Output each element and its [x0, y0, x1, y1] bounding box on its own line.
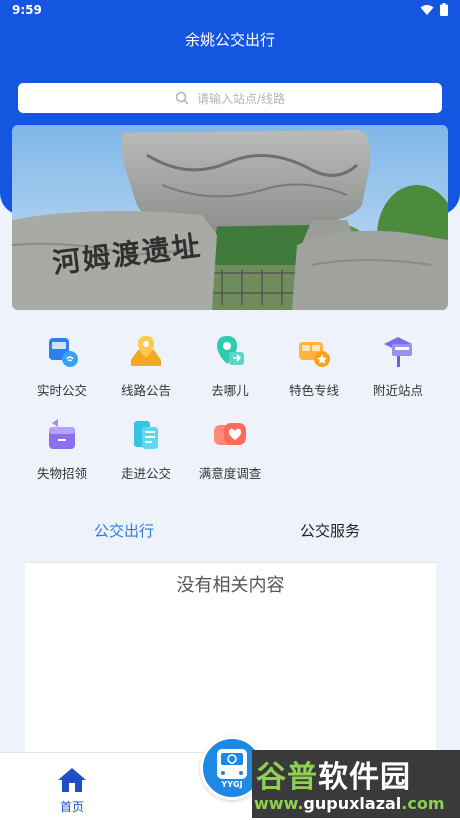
special-line-icon	[299, 342, 330, 367]
service-lost-found[interactable]: 失物招领	[20, 417, 104, 482]
watermark-brand: 谷普软件园	[256, 760, 411, 795]
watermark-url: www.gupuxlazal.com	[254, 794, 445, 813]
banner-image[interactable]: 河姆渡遗址	[12, 125, 448, 310]
battery-icon	[440, 3, 448, 16]
route-notice-icon	[131, 336, 161, 366]
empty-state-text: 没有相关内容	[176, 575, 285, 596]
watermark: 谷普软件园 www.gupuxlazal.com	[252, 750, 460, 818]
service-destination[interactable]: 去哪儿	[188, 334, 272, 399]
nav-home-label: 首页	[59, 800, 84, 814]
nearby-stop-icon	[384, 337, 412, 367]
status-time: 9:59	[12, 3, 42, 17]
service-nearby-stop[interactable]: 附近站点	[356, 334, 440, 399]
search-input[interactable]: 请输入站点/线路	[18, 83, 442, 113]
app-title: 余姚公交出行	[184, 31, 275, 49]
about-bus-icon	[134, 421, 158, 449]
destination-icon	[217, 336, 244, 365]
service-label: 走进公交	[120, 466, 171, 481]
tab-bus-service[interactable]: 公交服务	[300, 520, 360, 541]
tab-bus-travel[interactable]: 公交出行	[94, 520, 154, 541]
content-panel: 没有相关内容	[25, 562, 436, 763]
service-survey[interactable]: 满意度调查	[188, 417, 272, 482]
service-realtime-bus[interactable]: 实时公交	[20, 334, 104, 399]
service-label: 实时公交	[36, 383, 87, 398]
nav-home[interactable]: 首页	[48, 767, 96, 815]
service-label: 满意度调查	[198, 466, 262, 481]
home-icon	[58, 768, 86, 792]
tab-bar: 公交出行 公交服务	[0, 520, 460, 550]
service-label: 特色专线	[288, 383, 339, 398]
status-bar: 9:59	[0, 0, 460, 22]
status-icons	[420, 3, 448, 16]
service-label: 去哪儿	[211, 383, 249, 398]
bus-realtime-icon	[49, 338, 78, 367]
service-special-line[interactable]: 特色专线	[272, 334, 356, 399]
search-placeholder: 请输入站点/线路	[196, 91, 286, 106]
wifi-icon	[420, 4, 434, 15]
service-label: 失物招领	[36, 466, 87, 481]
service-label: 线路公告	[120, 383, 171, 398]
survey-icon	[214, 423, 246, 445]
service-route-notice[interactable]: 线路公告	[104, 334, 188, 399]
service-label: 附近站点	[372, 383, 423, 398]
lost-found-icon	[49, 419, 75, 449]
service-about-bus[interactable]: 走进公交	[104, 417, 188, 482]
search-icon	[175, 91, 189, 105]
